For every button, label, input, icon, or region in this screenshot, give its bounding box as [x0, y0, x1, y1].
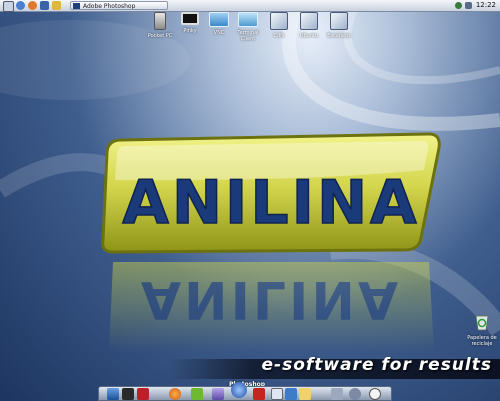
taskbar-window-title: Adobe Photoshop	[83, 3, 136, 10]
recycle-bin-icon	[475, 315, 489, 331]
desktop-icon-ubuntu[interactable]: Ubuntu	[292, 12, 326, 39]
desktop: Adobe Photoshop 12:22 Pocket PC Pinky VN…	[0, 0, 500, 401]
pyramid-icon[interactable]	[212, 388, 224, 400]
dock	[98, 382, 392, 401]
logo-reflection-text: ANILINA	[141, 269, 401, 329]
book-icon[interactable]	[137, 388, 149, 400]
tools-icon[interactable]	[331, 388, 343, 400]
pocket-pc-icon	[154, 12, 166, 30]
mail-icon[interactable]	[299, 388, 311, 400]
terminal-icon[interactable]	[122, 388, 134, 400]
desktop-icon-terminal-client[interactable]: Terminal Client	[231, 12, 265, 42]
clock[interactable]: 12:22	[476, 0, 496, 11]
desktop-icon-escaneos[interactable]: Escaneos	[322, 12, 356, 39]
mail-icon[interactable]	[40, 1, 49, 10]
taskbar-window-button[interactable]: Adobe Photoshop	[70, 1, 168, 10]
folder-icon[interactable]	[271, 388, 283, 400]
photoshop-icon[interactable]	[231, 382, 247, 398]
terminal-client-icon	[238, 12, 258, 27]
folder-icon[interactable]	[52, 1, 61, 10]
clock-icon[interactable]	[369, 388, 381, 400]
firefox-icon[interactable]	[28, 1, 37, 10]
desktop-icon-label: Ubuntu	[299, 33, 319, 39]
monitor-icon	[181, 12, 199, 25]
desktop-icon-label: Terminal Client	[237, 30, 259, 42]
logo-text: ANILINA	[122, 168, 419, 238]
desktop-icon-label: Pocket PC	[147, 33, 173, 39]
anilina-logo: ANILINA	[101, 132, 441, 254]
drive-icon	[270, 12, 288, 30]
desktop-icon-cdfs[interactable]: Cdfs	[262, 12, 296, 39]
desktop-icon-label: Escaneos	[327, 33, 351, 39]
drive-icon	[300, 12, 318, 30]
desktop-icon-label: Cdfs	[273, 33, 285, 39]
finder-icon[interactable]	[107, 388, 119, 400]
drive-icon	[330, 12, 348, 30]
tray-icon[interactable]	[455, 2, 462, 9]
start-icon[interactable]	[3, 1, 14, 12]
tagline: e-software for results	[261, 355, 492, 375]
firefox-icon[interactable]	[169, 388, 181, 400]
pen-icon[interactable]	[191, 388, 203, 400]
volume-icon[interactable]	[465, 2, 472, 9]
recycle-bin-label: Papelera de reciclaje	[467, 335, 497, 347]
globe-icon[interactable]	[16, 1, 25, 10]
desktop-icon-pocket-pc[interactable]: Pocket PC	[143, 12, 177, 39]
flash-icon[interactable]	[253, 388, 265, 400]
logo-reflection: ANILINA	[109, 262, 434, 352]
settings-icon[interactable]	[349, 388, 361, 400]
photoshop-icon	[73, 3, 80, 9]
network-icon[interactable]	[285, 388, 297, 400]
top-taskbar: Adobe Photoshop 12:22	[0, 0, 500, 12]
recycle-bin[interactable]: Papelera de reciclaje	[463, 313, 500, 347]
vnc-icon	[209, 12, 229, 27]
